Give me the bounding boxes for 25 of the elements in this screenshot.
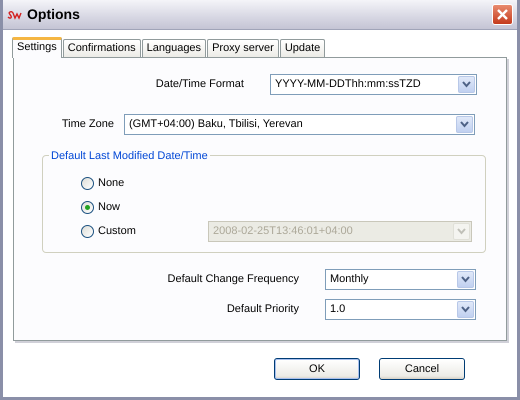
close-button[interactable]: [492, 4, 513, 25]
field-label: Time Zone: [60, 117, 114, 132]
field-label: Default Priority: [226, 302, 299, 318]
tab[interactable]: Settings: [12, 37, 62, 58]
date-time-format-dropdown[interactable]: YYYY-MM-DDThh:mm:ssTZD: [270, 74, 477, 95]
radio-label: Custom: [98, 224, 137, 239]
close-icon: [496, 8, 509, 21]
tab[interactable]: Languages: [142, 39, 206, 57]
cancel-button[interactable]: Cancel: [379, 358, 465, 380]
field-label: Default Change Frequency: [166, 272, 299, 288]
tab[interactable]: Update: [280, 39, 326, 57]
radio-label: Now: [98, 200, 122, 215]
change-frequency-dropdown[interactable]: Monthly: [325, 269, 476, 290]
tab[interactable]: Confirmations: [62, 39, 141, 57]
radio-button[interactable]: [81, 224, 94, 238]
radio-button[interactable]: [81, 200, 94, 214]
app-logo-icon: [7, 10, 23, 20]
tab[interactable]: Proxy server: [207, 39, 279, 57]
time-zone-dropdown[interactable]: (GMT+04:00) Baku, Tbilisi, Yerevan: [124, 114, 475, 135]
window-title: Options: [27, 5, 80, 24]
priority-dropdown[interactable]: 1.0: [325, 299, 476, 320]
field-label: Date/Time Format: [154, 77, 244, 92]
ok-button[interactable]: OK: [274, 358, 360, 380]
radio-button[interactable]: [81, 176, 94, 190]
radio-label: None: [98, 176, 126, 191]
